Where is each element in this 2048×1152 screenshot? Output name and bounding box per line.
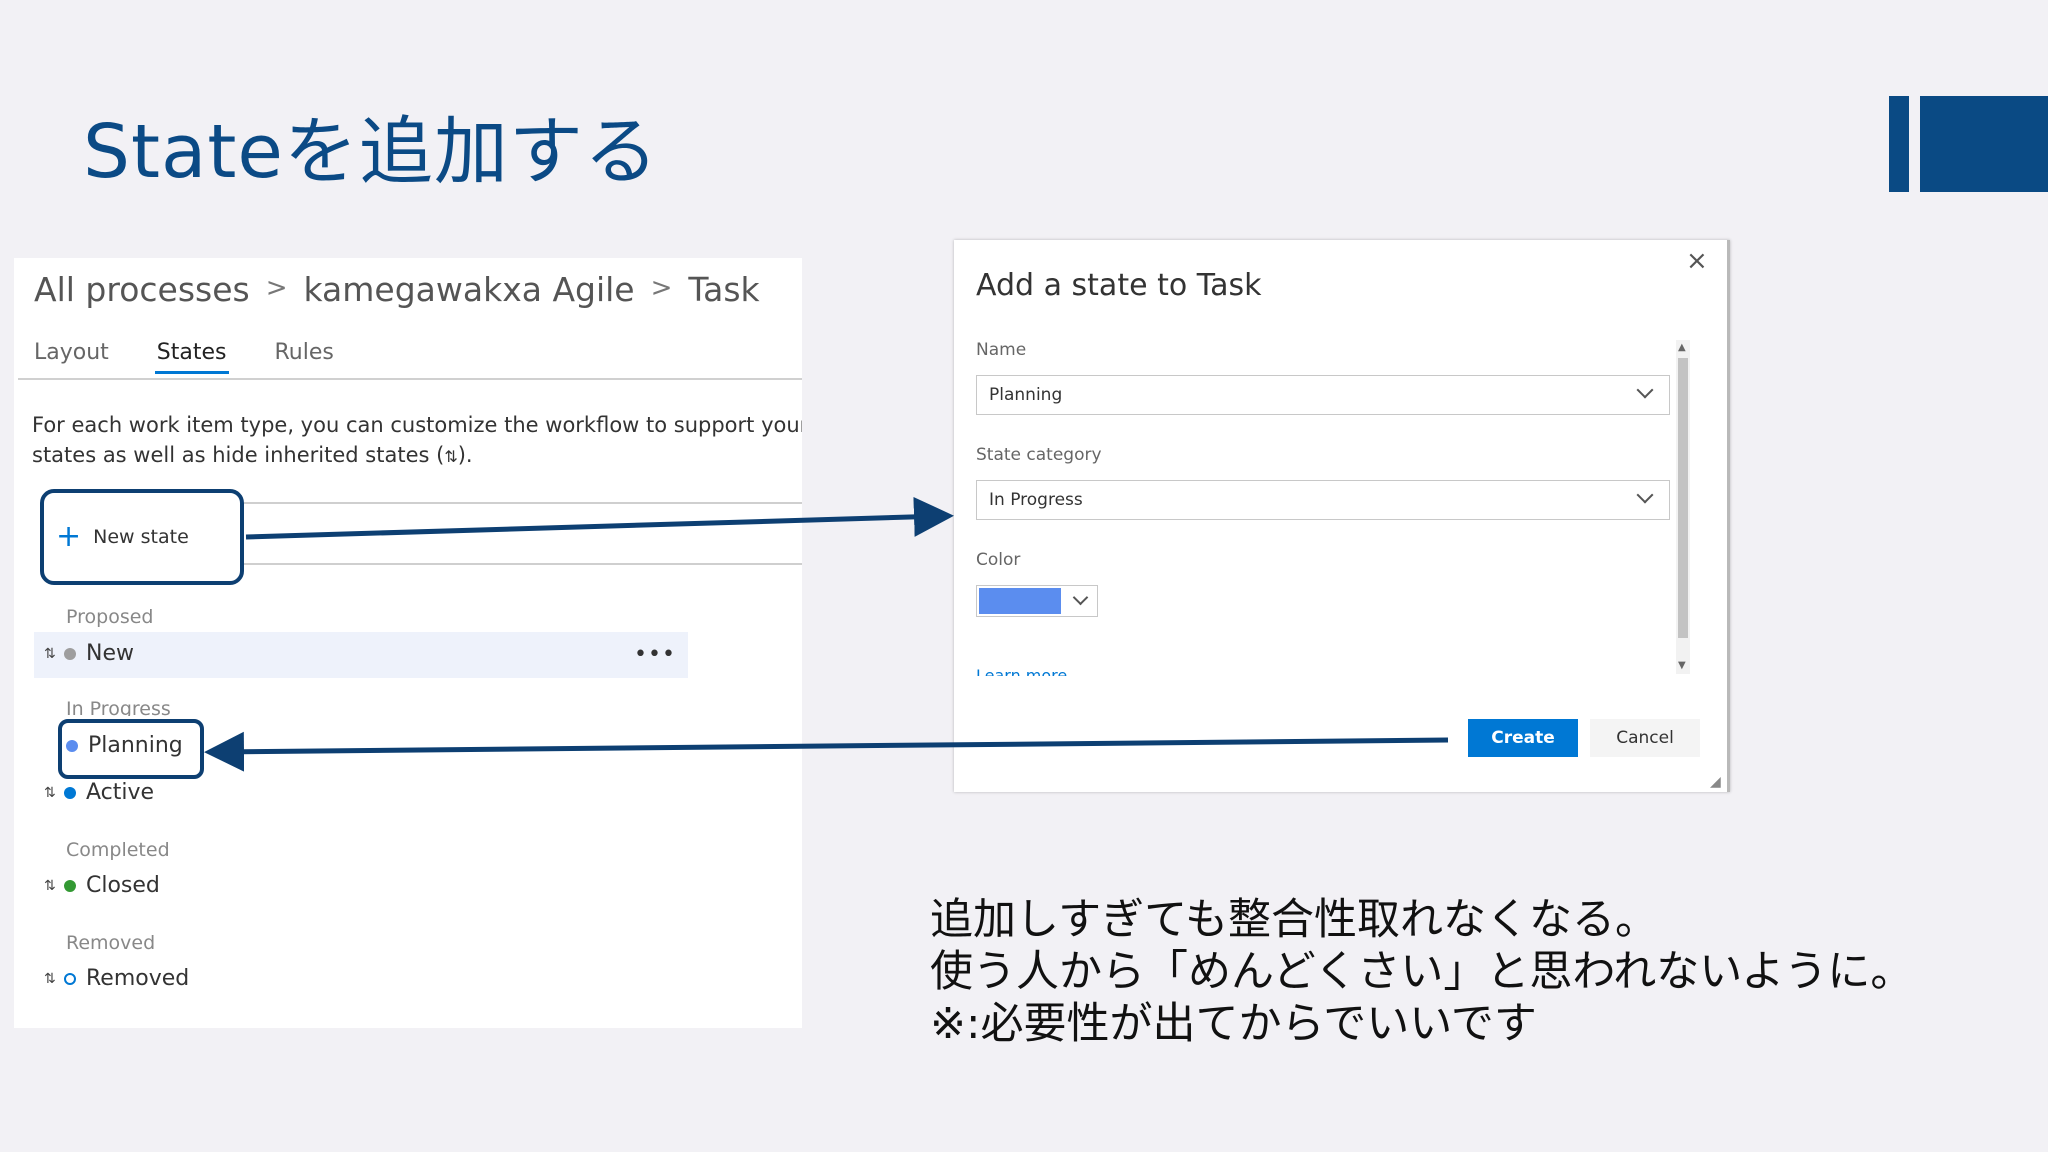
create-button[interactable]: Create [1468, 719, 1578, 757]
chevron-down-icon [1072, 589, 1089, 606]
resize-grip-icon[interactable]: ◢ [1710, 774, 1721, 790]
inherited-icon: ⇅ [44, 970, 56, 987]
process-states-panel: All processes > kamegawakxa Agile > Task… [14, 258, 802, 1028]
toolbar-bottom-divider [244, 563, 802, 565]
name-label: Name [976, 340, 1027, 360]
description-line-2-end: ). [457, 443, 473, 467]
inherited-icon: ⇅ [44, 645, 56, 662]
state-name: Removed [86, 966, 190, 991]
chevron-down-icon [1636, 486, 1654, 504]
color-swatch [979, 588, 1061, 614]
tab-divider [18, 378, 802, 380]
color-picker[interactable] [976, 585, 1098, 617]
tab-bar: Layout States Rules [32, 340, 380, 374]
state-color-dot [64, 879, 76, 892]
states-description: For each work item type, you can customi… [32, 410, 802, 472]
breadcrumb-work-item-type: Task [688, 270, 760, 309]
inherited-icon: ⇅ [44, 784, 56, 801]
more-options-icon[interactable]: ••• [634, 642, 676, 667]
name-field[interactable]: Planning [976, 375, 1670, 415]
dialog-title: Add a state to Task [976, 268, 1262, 303]
breadcrumb: All processes > kamegawakxa Agile > Task [34, 270, 760, 309]
state-name: Closed [86, 873, 160, 898]
state-row-active[interactable]: ⇅ Active [44, 780, 154, 805]
state-color-dot [64, 786, 76, 799]
note-line-1: 追加しすぎても整合性取れなくなる。 [930, 895, 1658, 945]
breadcrumb-all-processes[interactable]: All processes [34, 270, 250, 309]
state-category-dropdown[interactable]: In Progress [976, 480, 1670, 520]
name-value: Planning [989, 385, 1063, 405]
dialog-edge [1727, 240, 1730, 792]
scroll-up-icon[interactable]: ▲ [1678, 342, 1686, 353]
tab-rules[interactable]: Rules [273, 340, 336, 374]
breadcrumb-process-name[interactable]: kamegawakxa Agile [304, 270, 635, 309]
chevron-down-icon [1636, 381, 1654, 399]
scrollbar-thumb[interactable] [1678, 358, 1688, 638]
color-label: Color [976, 550, 1021, 570]
state-row-closed[interactable]: ⇅ Closed [44, 873, 160, 898]
close-icon[interactable]: × [1686, 246, 1708, 276]
new-state-label: New state [93, 526, 189, 548]
category-removed: Removed [66, 932, 156, 954]
planning-highlight-box [58, 719, 204, 779]
state-category-value: In Progress [989, 490, 1083, 510]
plus-icon: + [56, 519, 82, 554]
chevron-right-icon: > [265, 272, 288, 303]
slide-note: 追加しすぎても整合性取れなくなる。 使う人から「めんどくさい」と思われないように… [930, 894, 1913, 1050]
state-color-dot-hollow [64, 972, 76, 985]
inherited-icon: ⇅ [44, 877, 56, 894]
tab-layout[interactable]: Layout [32, 340, 111, 374]
slide-title: Stateを追加する [83, 109, 659, 195]
new-state-button[interactable]: + New state [40, 489, 244, 585]
category-proposed: Proposed [66, 606, 154, 628]
description-line-2-text: states as well as hide inherited states … [32, 443, 445, 467]
state-row-removed[interactable]: ⇅ Removed [44, 966, 189, 991]
category-completed: Completed [66, 839, 170, 861]
description-line-2: states as well as hide inherited states … [32, 440, 802, 472]
note-line-3: ※:必要性が出てからでいいです [930, 999, 1537, 1049]
state-color-dot [64, 647, 76, 660]
toolbar-top-divider [244, 502, 802, 504]
add-state-dialog: Add a state to Task × Name Planning Stat… [954, 240, 1730, 792]
tab-states[interactable]: States [154, 340, 229, 374]
inherited-icon: ⇅ [444, 447, 458, 466]
scroll-down-icon[interactable]: ▼ [1678, 660, 1686, 671]
decorative-bar-thin [1889, 96, 1909, 192]
state-row-new[interactable]: ⇅ New [44, 641, 134, 666]
chevron-right-icon: > [650, 272, 673, 303]
category-in-progress: In Progress [66, 698, 171, 716]
description-line-1: For each work item type, you can customi… [32, 413, 802, 437]
state-name: Active [86, 780, 155, 805]
decorative-bar-wide [1920, 96, 2048, 192]
note-line-2: 使う人から「めんどくさい」と思われないように。 [930, 947, 1914, 997]
state-name: New [86, 641, 134, 666]
state-category-label: State category [976, 445, 1102, 465]
cancel-button[interactable]: Cancel [1590, 719, 1700, 757]
learn-more-link[interactable]: Learn more [976, 666, 1067, 676]
